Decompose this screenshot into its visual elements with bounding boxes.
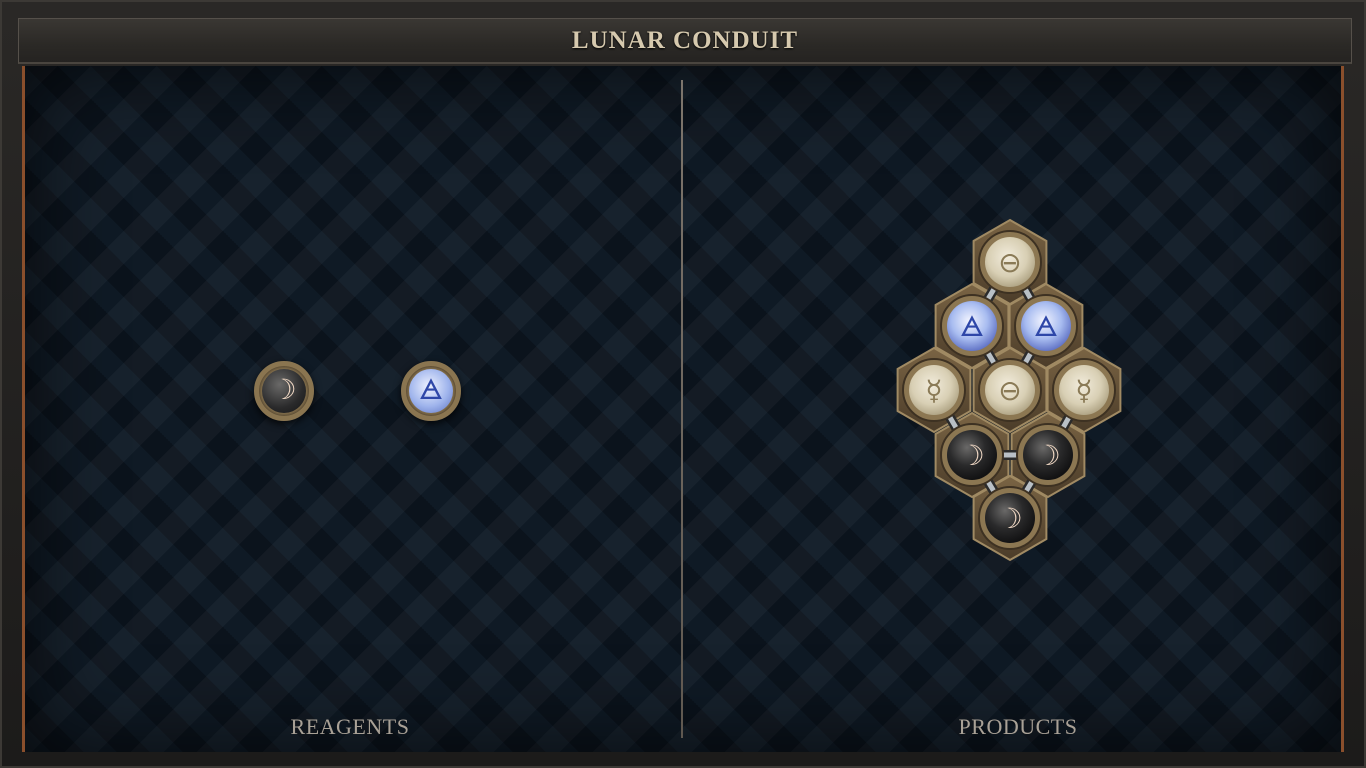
products-label: PRODUCTS [958,714,1078,739]
air-icon: 🜁 [1034,310,1058,343]
product-molecule[interactable]: ⊖ 🜁 🜁 ☿ ⊖ ☿ ☽ ☽ ☽ [0,0,1366,768]
moon-icon: ☽ [959,439,984,472]
salt-icon: ⊖ [998,246,1021,279]
quicksilver-icon: ☿ [1075,374,1092,407]
moon-icon: ☽ [1035,439,1060,472]
air-icon: 🜁 [960,310,984,343]
quicksilver-icon: ☿ [925,374,942,407]
moon-icon: ☽ [997,502,1022,535]
salt-icon: ⊖ [998,374,1021,407]
reagents-label: REAGENTS [290,714,410,739]
